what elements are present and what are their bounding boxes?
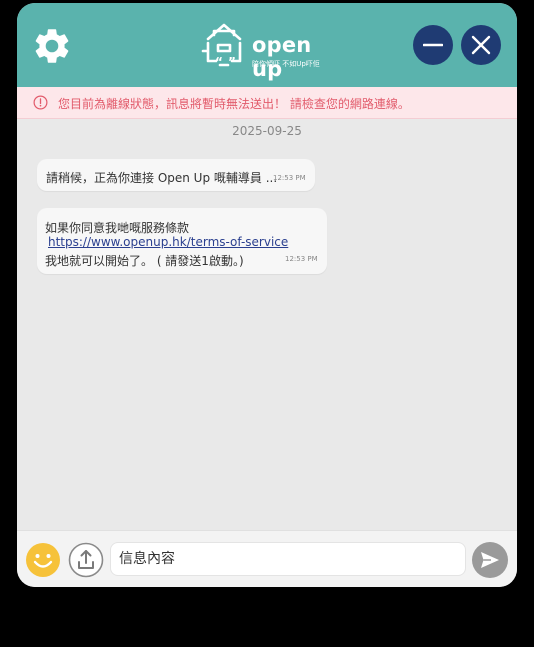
- message-text: 我地就可以開始了。 ( 請發送1啟動。): [45, 254, 244, 268]
- chat-header: “ ” open up 陪你傾吓 不如Up吓佢: [17, 3, 517, 87]
- svg-text:“: “: [215, 55, 223, 69]
- minus-icon: [423, 43, 443, 47]
- chat-message: 如果你同意我哋嘅服務條款 https://www.openup.hk/terms…: [37, 208, 327, 274]
- svg-text:”: ”: [228, 55, 236, 69]
- smiley-icon[interactable]: [25, 542, 61, 578]
- close-button[interactable]: [461, 25, 501, 65]
- chat-date: 2025-09-25: [232, 124, 302, 138]
- offline-banner: 您目前為離線狀態，訊息將暫時無法送出！ 請檢查您的網路連線。: [17, 87, 517, 119]
- composer-bar: [17, 530, 517, 587]
- send-icon: [481, 552, 499, 568]
- message-time: 12:53 PM: [273, 174, 306, 182]
- close-icon: [471, 35, 491, 55]
- minimize-button[interactable]: [413, 25, 453, 65]
- offline-banner-text: 您目前為離線狀態，訊息將暫時無法送出！ 請檢查您的網路連線。: [58, 97, 410, 111]
- message-text: 如果你同意我哋嘅服務條款: [45, 221, 190, 235]
- alert-circle-icon: [33, 95, 48, 110]
- gear-icon[interactable]: [31, 25, 73, 67]
- openup-logo: “ ” open up 陪你傾吓 不如Up吓佢: [200, 21, 340, 81]
- send-button[interactable]: [472, 542, 508, 578]
- logo-subtitle: 陪你傾吓 不如Up吓佢: [252, 60, 320, 68]
- message-text: 請稍候，正為你連接 Open Up 嘅輔導員 ...: [46, 171, 278, 185]
- chat-widget: “ ” open up 陪你傾吓 不如Up吓佢 您目前為離線狀態，訊息將暫時無法…: [17, 3, 517, 587]
- upload-icon[interactable]: [68, 542, 104, 578]
- terms-link[interactable]: https://www.openup.hk/terms-of-service: [48, 235, 288, 249]
- chat-message: 請稍候，正為你連接 Open Up 嘅輔導員 ... 12:53 PM: [37, 159, 315, 191]
- logo-house-icon: “ ”: [201, 23, 242, 69]
- logo-text: open up: [252, 33, 312, 81]
- message-time: 12:53 PM: [285, 255, 318, 263]
- message-input[interactable]: [110, 542, 466, 576]
